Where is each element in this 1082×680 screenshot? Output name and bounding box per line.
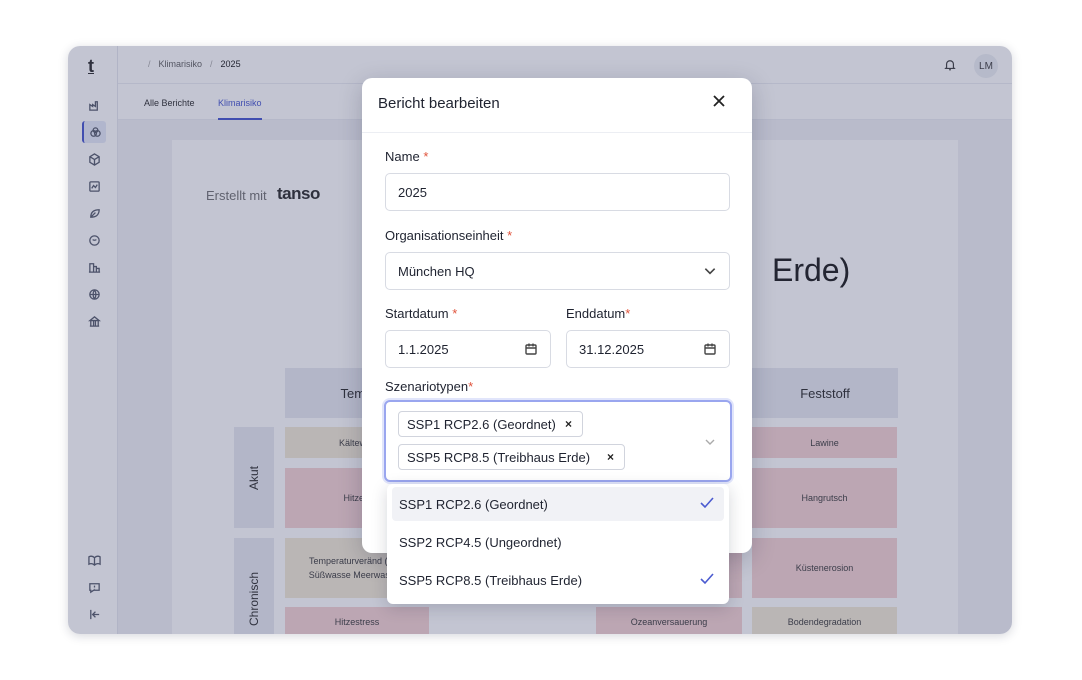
org-select-value: München HQ	[398, 263, 475, 279]
end-date-input[interactable]: 31.12.2025	[566, 330, 730, 368]
end-date-value: 31.12.2025	[579, 341, 645, 357]
end-date-label: Enddatum*	[566, 306, 631, 321]
calendar-icon[interactable]	[524, 342, 538, 359]
scenario-option[interactable]: SSP5 RCP8.5 (Treibhaus Erde)	[392, 563, 724, 597]
start-date-label: Startdatum *	[385, 306, 458, 321]
option-label: SSP5 RCP8.5 (Treibhaus Erde)	[399, 572, 583, 588]
chip-remove-icon[interactable]: ×	[565, 417, 572, 431]
org-label: Organisationseinheit *	[385, 228, 513, 243]
calendar-icon[interactable]	[703, 342, 717, 359]
scenario-option[interactable]: SSP2 RCP4.5 (Ungeordnet)	[392, 525, 724, 559]
scenario-chip[interactable]: SSP5 RCP8.5 (Treibhaus Erde) ×	[398, 444, 625, 470]
chip-label: SSP1 RCP2.6 (Geordnet)	[407, 416, 556, 432]
scenario-chip[interactable]: SSP1 RCP2.6 (Geordnet) ×	[398, 411, 583, 437]
check-icon	[700, 573, 714, 588]
start-date-input[interactable]: 1.1.2025	[385, 330, 551, 368]
scenario-option[interactable]: SSP1 RCP2.6 (Geordnet)	[392, 487, 724, 521]
dialog-divider	[362, 132, 752, 133]
name-label: Name *	[385, 149, 429, 164]
edit-report-dialog: Bericht bearbeiten Name * 2025 Organisat…	[362, 78, 752, 553]
option-label: SSP2 RCP4.5 (Ungeordnet)	[399, 534, 562, 550]
start-date-value: 1.1.2025	[398, 341, 449, 357]
scenario-dropdown: SSP1 RCP2.6 (Geordnet) SSP2 RCP4.5 (Unge…	[387, 484, 729, 604]
option-label: SSP1 RCP2.6 (Geordnet)	[399, 496, 548, 512]
name-input[interactable]: 2025	[385, 173, 730, 211]
check-icon	[700, 497, 714, 512]
org-select[interactable]: München HQ	[385, 252, 730, 290]
close-icon[interactable]	[712, 94, 730, 112]
scenario-multiselect[interactable]: SSP1 RCP2.6 (Geordnet) × SSP5 RCP8.5 (Tr…	[384, 400, 732, 482]
chip-remove-icon[interactable]: ×	[607, 450, 614, 464]
chip-label: SSP5 RCP8.5 (Treibhaus Erde)	[407, 449, 591, 465]
dialog-title: Bericht bearbeiten	[378, 95, 500, 112]
chevron-down-icon	[703, 264, 717, 281]
chevron-down-icon[interactable]	[704, 435, 716, 453]
scenario-label: Szenariotypen*	[385, 379, 474, 394]
